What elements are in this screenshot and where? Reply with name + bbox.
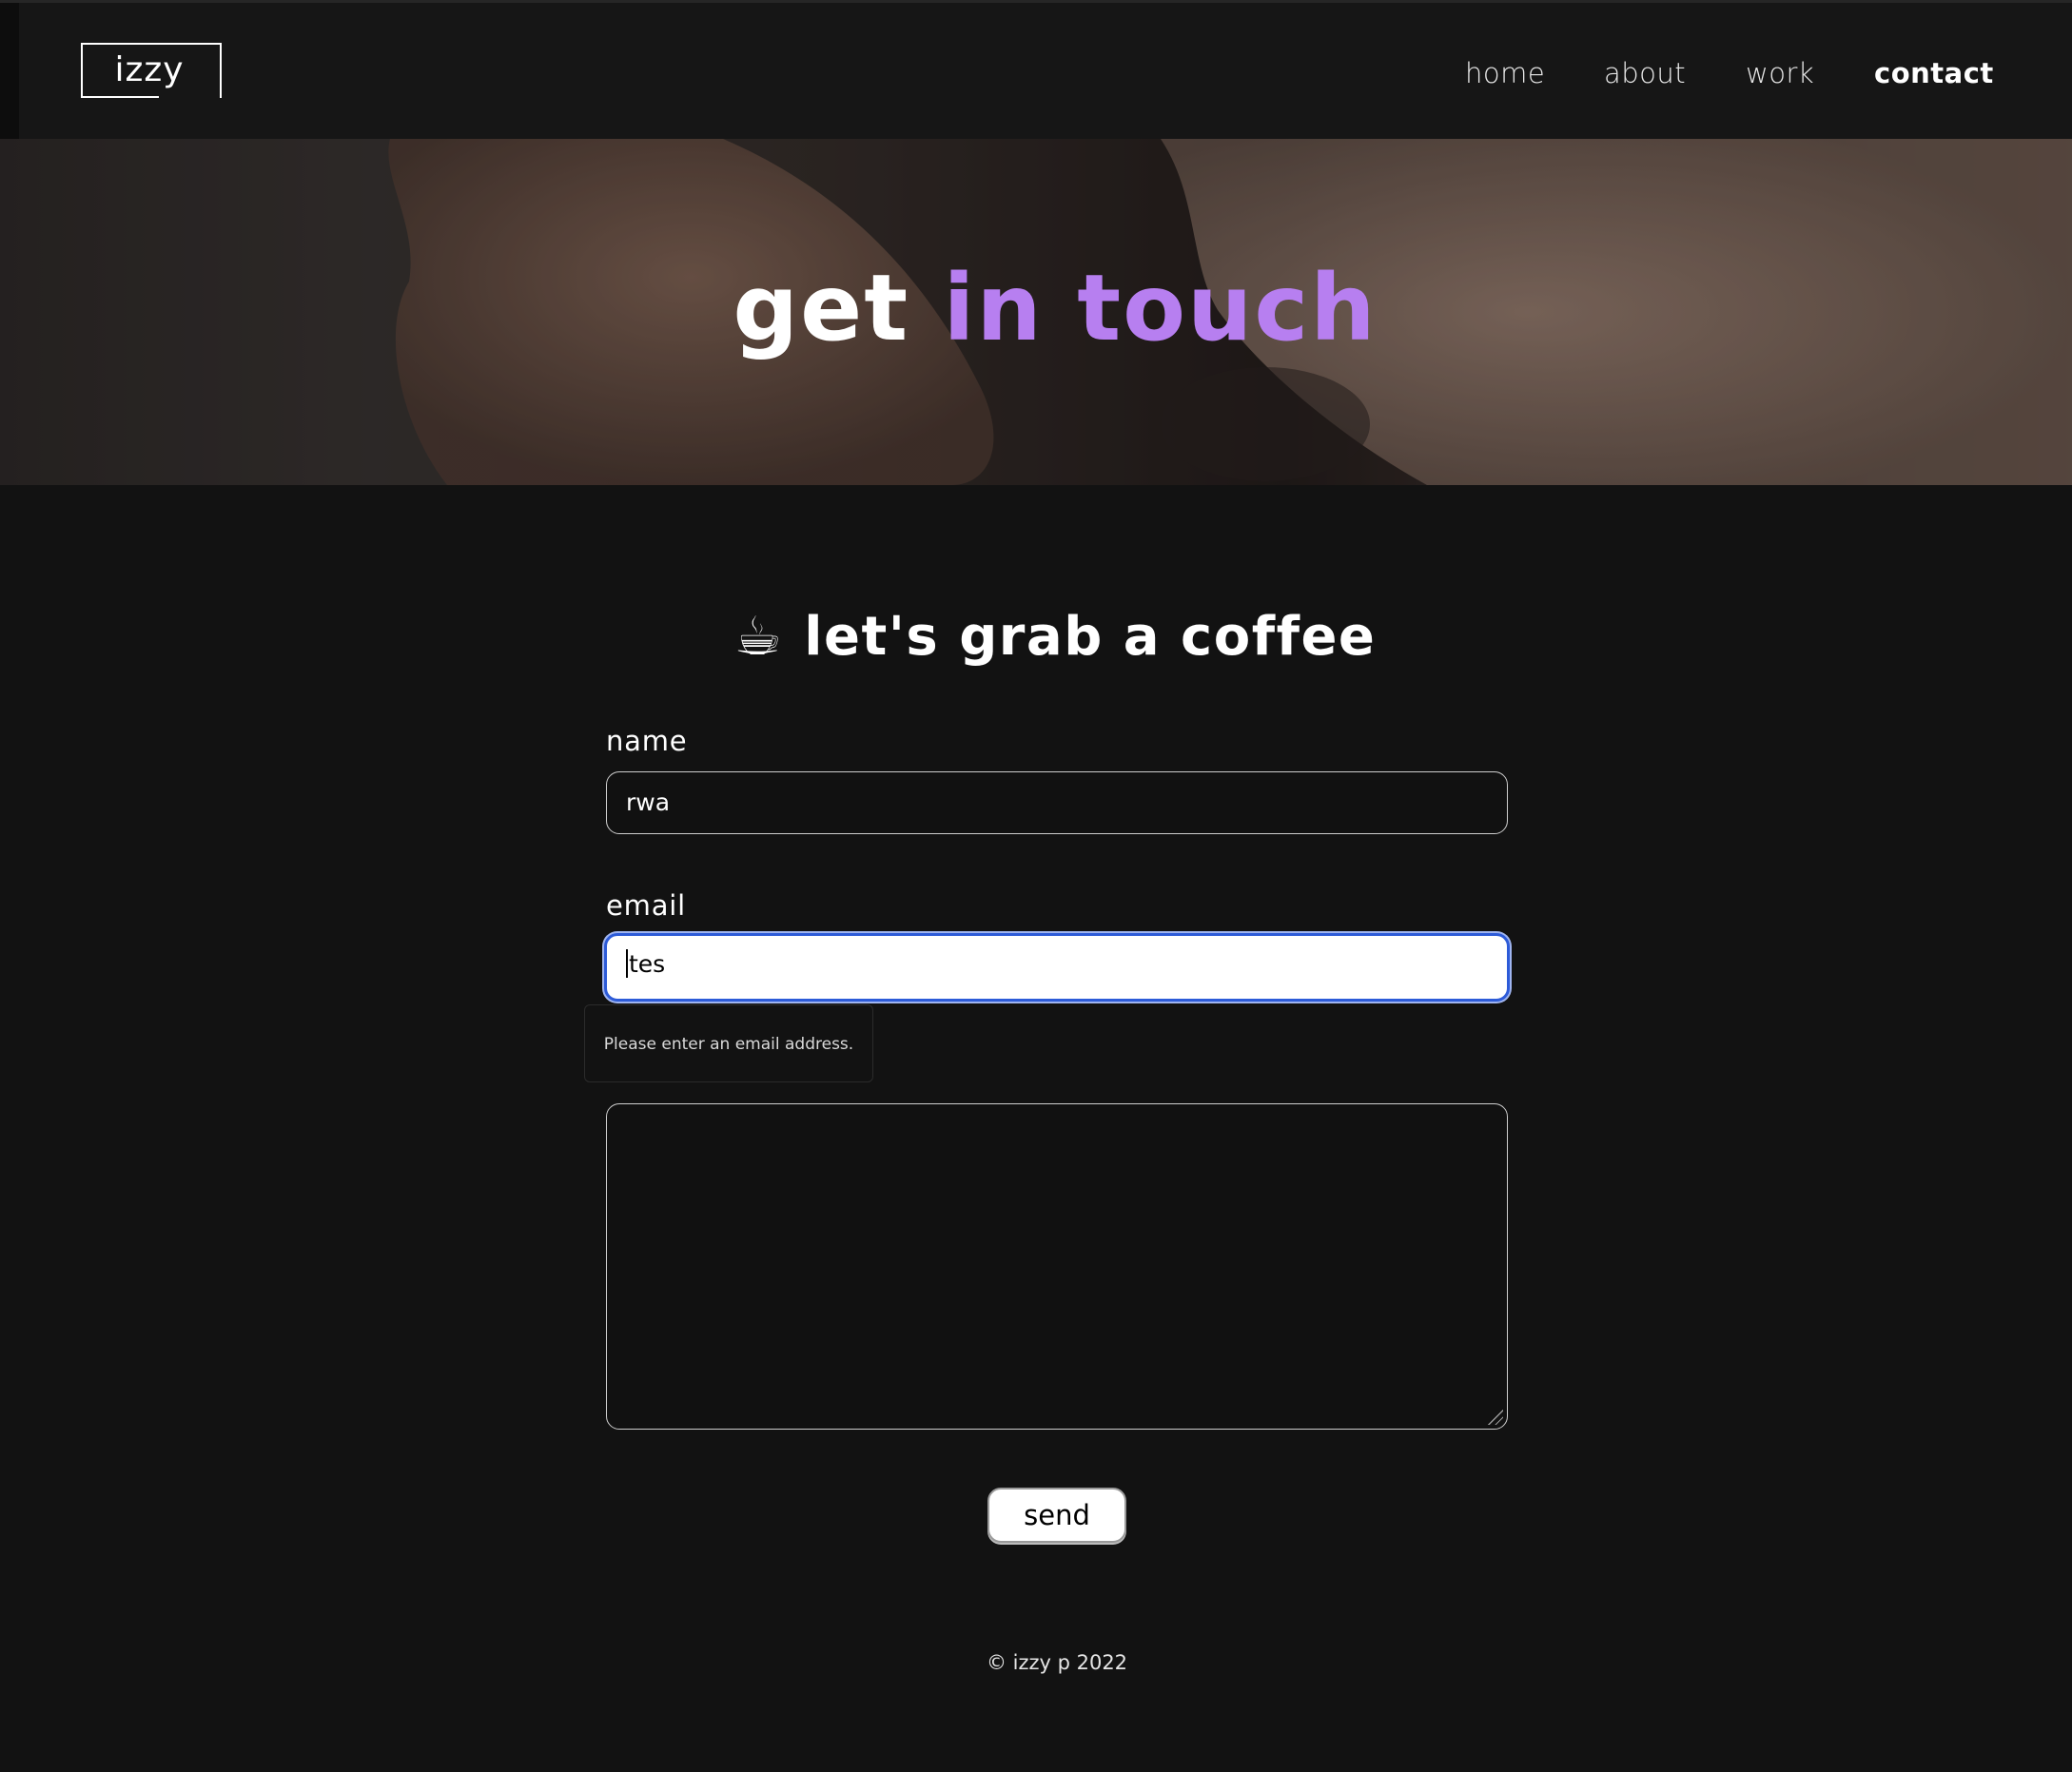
- text-caret: [626, 949, 628, 978]
- section-title-text: let's grab a coffee: [804, 606, 1377, 668]
- name-input-value: rwa: [626, 789, 671, 816]
- hero-banner: get in touch: [0, 139, 2072, 485]
- hero-title-accent: in touch: [943, 255, 1378, 361]
- nav-edge: [0, 3, 19, 142]
- logo[interactable]: izzy: [81, 43, 218, 98]
- nav-about[interactable]: about: [1604, 49, 1686, 97]
- email-input-value: tes: [629, 950, 666, 978]
- footer-copyright: © izzy p 2022: [986, 1651, 1128, 1674]
- message-textarea[interactable]: [606, 1103, 1508, 1430]
- send-button[interactable]: send: [987, 1488, 1126, 1543]
- section-title: ☕ let's grab a coffee: [0, 599, 2072, 675]
- coffee-cup-icon: ☕: [733, 606, 784, 668]
- name-input[interactable]: rwa: [606, 771, 1508, 834]
- email-validation-tooltip: Please enter an email address.: [584, 1004, 873, 1082]
- hero-title-white: get: [733, 255, 910, 361]
- resize-grip-icon[interactable]: [1486, 1408, 1503, 1425]
- hero-title: get in touch: [0, 251, 2072, 365]
- name-label: name: [606, 725, 688, 757]
- nav-home[interactable]: home: [1465, 49, 1545, 97]
- nav-work[interactable]: work: [1746, 49, 1814, 97]
- email-input[interactable]: tes: [604, 933, 1510, 1002]
- nav-contact[interactable]: contact: [1874, 49, 1994, 97]
- email-label: email: [606, 889, 686, 922]
